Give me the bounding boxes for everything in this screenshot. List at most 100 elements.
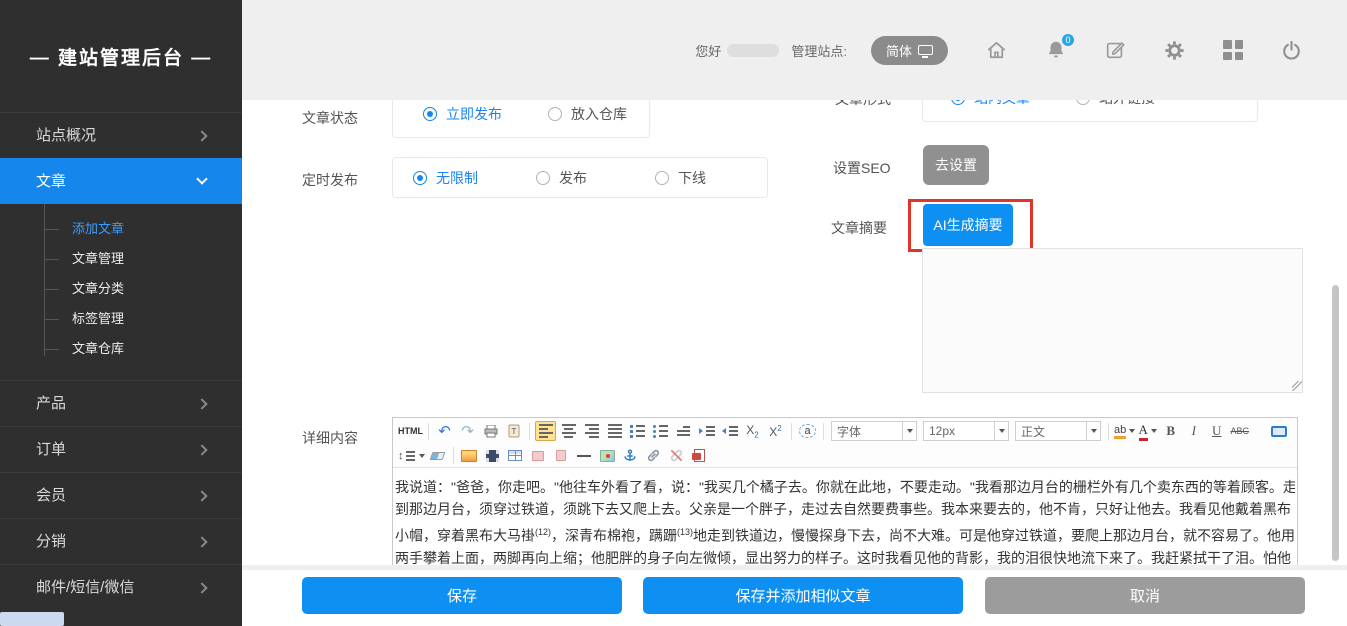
radio-label[interactable]: 下线: [678, 168, 706, 188]
sidebar-item-label: 分销: [36, 533, 66, 550]
notifications-bell-icon[interactable]: 0: [1045, 39, 1067, 61]
cancel-button[interactable]: 取消: [985, 577, 1305, 614]
editor-content-area[interactable]: 我说道："爸爸，你走吧。"他往车外看了看，说："我买几个橘子去。你就在此地，不要…: [393, 468, 1297, 565]
chevron-right-icon: [196, 398, 207, 409]
indent-icon[interactable]: [696, 421, 717, 441]
font-family-select[interactable]: 字体: [831, 421, 917, 441]
sidebar-item-article-manage[interactable]: 文章管理: [0, 244, 242, 274]
paste-text-icon[interactable]: T: [503, 421, 524, 441]
vertical-scrollbar[interactable]: [1332, 285, 1339, 561]
attach-pdf-icon[interactable]: [689, 446, 710, 466]
sidebar-item-members[interactable]: 会员: [0, 472, 242, 518]
seo-setup-button[interactable]: 去设置: [923, 145, 989, 185]
undo-icon[interactable]: ↶: [434, 421, 455, 441]
chevron-right-icon: [196, 130, 207, 141]
firstline-indent-icon[interactable]: [673, 421, 694, 441]
textarea-resize-handle[interactable]: [1292, 381, 1302, 391]
radio-offline-time[interactable]: [655, 171, 669, 185]
sidebar-item-label: 订单: [36, 441, 66, 458]
outdent-icon[interactable]: [719, 421, 740, 441]
editor-toolbar-row1: HTML ↶ ↷ T X2 X2 a 字体: [393, 418, 1297, 444]
radio-no-limit[interactable]: [413, 171, 427, 185]
ai-generate-summary-button[interactable]: AI生成摘要: [923, 204, 1013, 246]
insert-image-icon[interactable]: [459, 446, 480, 466]
summary-textarea[interactable]: [922, 248, 1303, 393]
ordered-list-icon[interactable]: [627, 421, 648, 441]
insert-link-icon[interactable]: [643, 446, 664, 466]
chevron-down-icon: [196, 173, 207, 184]
svg-text:T: T: [511, 427, 516, 436]
insert-pagebreak-icon[interactable]: [528, 446, 549, 466]
print-icon[interactable]: [480, 421, 501, 441]
site-language-button[interactable]: 简体: [871, 36, 948, 65]
line-height-button[interactable]: ↕: [398, 446, 425, 466]
strikethrough-button[interactable]: ABC: [1229, 421, 1250, 441]
unordered-list-icon[interactable]: [650, 421, 671, 441]
superscript-icon[interactable]: X2: [765, 421, 786, 441]
radio-external-link[interactable]: [1076, 100, 1090, 105]
logout-power-icon[interactable]: [1280, 39, 1303, 62]
sidebar-item-articles[interactable]: 文章: [0, 158, 242, 204]
monitor-icon: [918, 45, 933, 55]
remove-link-icon[interactable]: [666, 446, 687, 466]
radio-publish-now[interactable]: [423, 107, 437, 121]
sidebar-item-label: 会员: [36, 487, 66, 504]
highlight-color-button[interactable]: ab: [1114, 421, 1135, 441]
edit-icon[interactable]: [1104, 39, 1126, 61]
paragraph-format-select[interactable]: 正文: [1015, 421, 1101, 441]
sidebar-item-orders[interactable]: 订单: [0, 426, 242, 472]
notification-badge: 0: [1060, 32, 1076, 48]
insert-template-icon[interactable]: [551, 446, 572, 466]
apps-grid-icon[interactable]: [1223, 40, 1243, 60]
radio-publish-time[interactable]: [536, 171, 550, 185]
radio-label[interactable]: 立即发布: [446, 104, 502, 124]
greeting-text: 您好: [695, 41, 721, 60]
italic-button[interactable]: I: [1183, 421, 1204, 441]
anchor-icon[interactable]: [620, 446, 641, 466]
autotypeset-icon[interactable]: a: [797, 421, 818, 441]
sidebar: — 建站管理后台 — 站点概况 文章 添加文章 文章管理 文章分类 标签管理 文…: [0, 0, 242, 626]
font-color-button[interactable]: A: [1137, 421, 1158, 441]
radio-label[interactable]: 站外链接: [1099, 100, 1155, 108]
sidebar-item-mail-sms-wechat[interactable]: 邮件/短信/微信: [0, 564, 242, 610]
content-line: 我说道："爸爸，你走吧。"他往车外看了看，说："我买几个橘子去。你就在此地，不要…: [395, 476, 1295, 498]
radio-label[interactable]: 无限制: [436, 168, 478, 188]
home-icon[interactable]: [985, 39, 1008, 62]
sidebar-item-tag-manage[interactable]: 标签管理: [0, 304, 242, 334]
sidebar-item-article-category[interactable]: 文章分类: [0, 274, 242, 304]
top-header: 您好 管理站点: 简体 0: [242, 0, 1347, 100]
settings-gear-icon[interactable]: [1163, 39, 1186, 62]
insert-map-icon[interactable]: [597, 446, 618, 466]
bold-button[interactable]: B: [1160, 421, 1181, 441]
sidebar-item-distribution[interactable]: 分销: [0, 518, 242, 564]
align-justify-icon[interactable]: [604, 421, 625, 441]
align-left-icon[interactable]: [535, 421, 556, 441]
content-label: 详细内容: [302, 428, 358, 448]
underline-button[interactable]: U: [1206, 421, 1227, 441]
insert-table-icon[interactable]: [505, 446, 526, 466]
rich-text-editor: HTML ↶ ↷ T X2 X2 a 字体: [392, 417, 1298, 565]
format-eraser-icon[interactable]: [427, 446, 448, 466]
horizontal-rule-icon[interactable]: [574, 446, 595, 466]
align-right-icon[interactable]: [581, 421, 602, 441]
sidebar-item-add-article[interactable]: 添加文章: [0, 214, 242, 244]
editor-toolbar-row2: ↕: [393, 444, 1297, 468]
save-button[interactable]: 保存: [302, 577, 622, 614]
fullscreen-icon[interactable]: [1268, 421, 1289, 441]
redo-icon[interactable]: ↷: [457, 421, 478, 441]
radio-label[interactable]: 站内文章: [974, 100, 1030, 108]
radio-label[interactable]: 放入仓库: [571, 104, 627, 124]
radio-label[interactable]: 发布: [559, 168, 587, 188]
font-size-select[interactable]: 12px: [923, 421, 1009, 441]
subscript-icon[interactable]: X2: [742, 421, 763, 441]
sidebar-item-products[interactable]: 产品: [0, 380, 242, 426]
html-source-button[interactable]: HTML: [398, 421, 423, 441]
sidebar-item-site-overview[interactable]: 站点概况: [0, 112, 242, 158]
insert-video-icon[interactable]: [482, 446, 503, 466]
radio-to-warehouse[interactable]: [548, 107, 562, 121]
align-center-icon[interactable]: [558, 421, 579, 441]
save-and-add-similar-button[interactable]: 保存并添加相似文章: [643, 577, 963, 614]
sidebar-item-article-warehouse[interactable]: 文章仓库: [0, 334, 242, 364]
chevron-right-icon: [196, 444, 207, 455]
radio-internal-article[interactable]: [951, 100, 965, 105]
